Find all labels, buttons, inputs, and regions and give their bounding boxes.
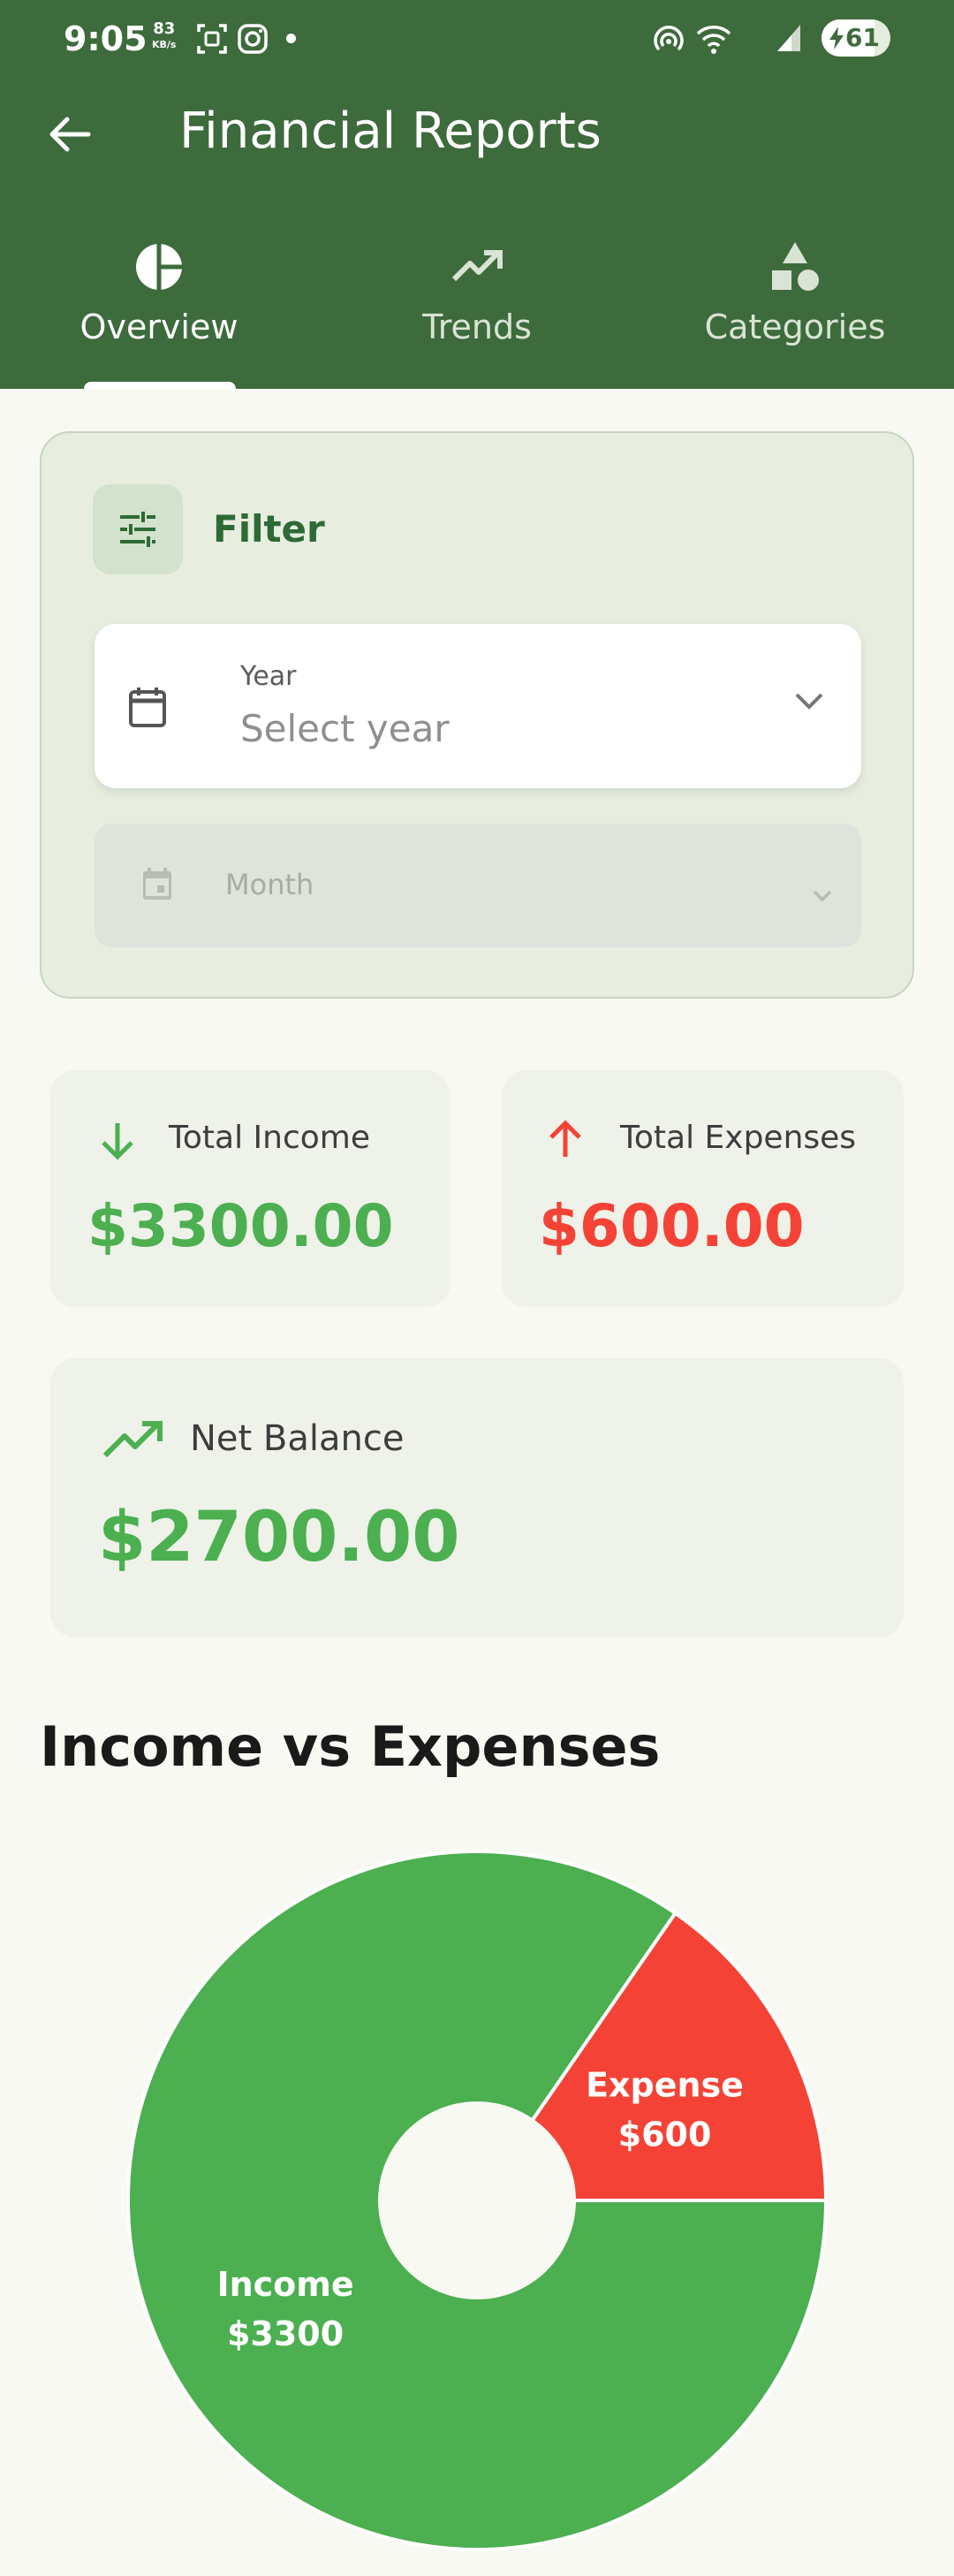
tab-overview-label: Overview xyxy=(80,308,238,346)
wifi-icon xyxy=(696,26,731,54)
month-label: Month xyxy=(225,868,314,901)
filter-card: Filter Year Select year Month xyxy=(40,431,914,999)
status-time: 9:05 xyxy=(64,19,148,58)
tab-categories[interactable]: Categories xyxy=(636,226,954,389)
network-speed-unit: KB/s xyxy=(152,39,177,50)
network-speed: 83 KB/s xyxy=(152,21,176,53)
tab-trends[interactable]: Trends xyxy=(318,226,636,389)
network-speed-value: 83 xyxy=(153,19,176,38)
tune-icon xyxy=(120,512,155,547)
year-placeholder: Select year xyxy=(240,707,450,750)
tab-bar: Overview Trends Categories xyxy=(0,226,954,389)
battery-level: 61 xyxy=(845,23,880,52)
chevron-down-icon xyxy=(795,693,823,710)
income-expense-pie-chart: Expense $600 Income $3300 xyxy=(126,1850,829,2551)
trending-up-icon xyxy=(451,250,503,282)
notification-dot-icon xyxy=(286,34,296,43)
total-expenses-card: Total Expenses $600.00 xyxy=(502,1070,904,1307)
tab-overview[interactable]: Overview xyxy=(0,226,318,389)
filter-title: Filter xyxy=(213,507,325,551)
battery-indicator: 61 xyxy=(822,19,890,57)
total-income-value: $3300.00 xyxy=(87,1192,394,1260)
category-icon xyxy=(772,242,819,291)
pie-center-hole xyxy=(378,2101,576,2299)
total-income-label: Total Income xyxy=(169,1120,370,1156)
filter-icon-box xyxy=(93,484,183,574)
back-arrow-icon[interactable] xyxy=(42,106,99,163)
calendar-icon xyxy=(143,868,171,900)
tab-trends-label: Trends xyxy=(422,308,532,346)
hotspot-icon xyxy=(654,26,684,51)
status-bar: 9:05 83 KB/s 61 xyxy=(64,16,890,65)
chevron-down-icon xyxy=(813,890,832,902)
pie-label-expense: Expense xyxy=(586,2065,744,2104)
calendar-icon xyxy=(129,688,166,727)
charging-icon xyxy=(829,27,844,49)
pie-value-expense: $600 xyxy=(618,2115,712,2154)
year-label: Year xyxy=(240,661,297,692)
pie-value-income: $3300 xyxy=(227,2314,344,2353)
net-balance-card: Net Balance $2700.00 xyxy=(50,1358,904,1638)
arrow-up-icon xyxy=(549,1120,581,1157)
signal-icon xyxy=(777,25,800,51)
arrow-down-icon xyxy=(102,1123,133,1160)
section-title: Income vs Expenses xyxy=(40,1714,661,1779)
year-select[interactable]: Year Select year xyxy=(95,624,861,788)
active-tab-indicator xyxy=(84,382,236,389)
screenshot-icon xyxy=(197,24,227,54)
pie-chart-icon xyxy=(136,244,182,290)
total-income-card: Total Income $3300.00 xyxy=(50,1070,450,1307)
pie-label-income: Income xyxy=(216,2265,353,2304)
total-expenses-label: Total Expenses xyxy=(620,1120,857,1156)
total-expenses-value: $600.00 xyxy=(539,1192,805,1260)
page-title: Financial Reports xyxy=(179,103,602,160)
app-bar: 9:05 83 KB/s 61 Financial Reports Overvi… xyxy=(0,0,954,389)
month-select: Month xyxy=(95,824,861,947)
tab-categories-label: Categories xyxy=(704,308,886,346)
net-balance-label: Net Balance xyxy=(190,1418,405,1459)
instagram-icon xyxy=(238,24,268,54)
net-balance-value: $2700.00 xyxy=(98,1498,460,1577)
trending-up-icon xyxy=(102,1421,163,1458)
